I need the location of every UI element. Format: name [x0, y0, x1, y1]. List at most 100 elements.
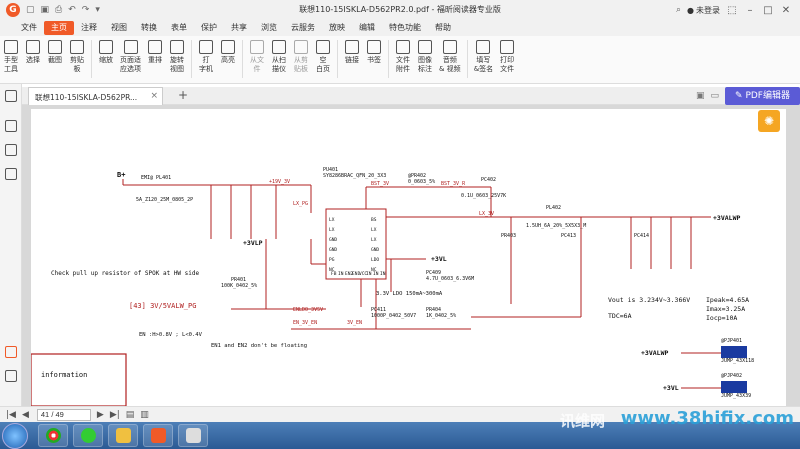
- pr403-label: PR403: [501, 233, 516, 239]
- highlight-button[interactable]: 高亮: [217, 40, 239, 65]
- from-file-button[interactable]: 从文 件: [246, 40, 268, 74]
- attachments-panel-icon[interactable]: [5, 370, 17, 382]
- taskbar-foxit-icon[interactable]: [143, 424, 173, 447]
- login-button[interactable]: ● 未登录: [687, 5, 720, 16]
- search-icon[interactable]: ⌕: [676, 5, 681, 15]
- last-page-icon[interactable]: ▶|: [110, 410, 120, 420]
- from-scanner-button[interactable]: 从扫 描仪: [268, 40, 290, 74]
- customize-icon[interactable]: ▾: [95, 5, 100, 15]
- next-page-icon[interactable]: ▶: [97, 410, 104, 420]
- menu-6[interactable]: 保护: [194, 21, 224, 35]
- taskbar-app-icon[interactable]: [178, 424, 208, 447]
- page-number-input[interactable]: [36, 408, 91, 421]
- document-viewport[interactable]: B+ EMI@ PL401 5A_Z120_25M_0805_2P +19V_3…: [22, 105, 800, 407]
- maximize-icon[interactable]: □: [762, 5, 774, 16]
- ic-pin-labels: LXLXGNDGNDPGNCBSLXLXGNDLDONCFB IN EN2EN1VC…: [329, 217, 386, 277]
- menu-4[interactable]: 转换: [134, 21, 164, 35]
- fit-page-button[interactable]: 页面适 应选项: [117, 40, 144, 74]
- menu-8[interactable]: 浏览: [254, 21, 284, 35]
- menu-2[interactable]: 注释: [74, 21, 104, 35]
- pdf-editor-button[interactable]: ✎ PDF编辑器: [725, 87, 800, 105]
- blank-page-button[interactable]: 空 白页: [312, 40, 334, 74]
- menu-5[interactable]: 表单: [164, 21, 194, 35]
- image-annotation-button[interactable]: 图像 标注: [414, 40, 436, 74]
- link-label: 链接: [345, 56, 359, 64]
- menu-7[interactable]: 共享: [224, 21, 254, 35]
- close-icon[interactable]: ✕: [780, 5, 792, 16]
- link-button[interactable]: 链接: [341, 40, 363, 65]
- lx3v-label: LX_3V: [479, 211, 494, 217]
- tile-view-icon[interactable]: ▣: [696, 91, 705, 101]
- menu-0[interactable]: 文件: [14, 21, 44, 35]
- eraser-icon[interactable]: [5, 90, 17, 102]
- print-icon[interactable]: ⎙: [55, 5, 62, 15]
- zoom-icon: [99, 40, 113, 54]
- zoom-button[interactable]: 缩放: [95, 40, 117, 65]
- view-mode-icon[interactable]: ▤: [126, 410, 135, 420]
- print-file-button[interactable]: 打印 文件: [496, 40, 518, 74]
- pr404b-label: 1K_0402_5%: [426, 313, 456, 319]
- taskbar-media-icon[interactable]: [73, 424, 103, 447]
- from-file-label: 从文 件: [250, 56, 264, 73]
- fit-page-icon: [123, 40, 138, 54]
- ic-pin-label: PG: [329, 257, 335, 263]
- print-file-label: 打印 文件: [500, 56, 515, 73]
- close-tab-icon[interactable]: ×: [150, 91, 158, 101]
- reflow-button[interactable]: 重排: [144, 40, 166, 65]
- menu-1[interactable]: 主页: [44, 21, 74, 35]
- first-page-icon[interactable]: |◀: [6, 410, 16, 420]
- single-view-icon[interactable]: ▭: [711, 91, 720, 101]
- ic-pin-label: IN: [338, 271, 344, 277]
- document-tab[interactable]: 联想110-15ISKLA-D562PR... ×: [28, 87, 163, 105]
- clipboard-icon: [70, 40, 84, 54]
- rotate-view-button[interactable]: 旋转 视图: [166, 40, 188, 74]
- taskbar-chrome-icon[interactable]: [38, 424, 68, 447]
- title-bar: G ▢ ▣ ⎙ ↶ ↷ ▾ 联想110-15ISKLA-D562PR2.0.pd…: [0, 0, 800, 20]
- start-button[interactable]: [2, 423, 28, 449]
- menu-11[interactable]: 编辑: [352, 21, 382, 35]
- folder-icon[interactable]: ▢: [26, 5, 35, 15]
- clipboard-button[interactable]: 剪贴 板: [66, 40, 88, 74]
- tdc-note: TDC=6A: [608, 312, 632, 320]
- file-attachment-button[interactable]: 文件 附件: [392, 40, 414, 74]
- pages-panel-icon[interactable]: [5, 144, 17, 156]
- hand-tool-icon: [4, 40, 18, 54]
- minimize-icon[interactable]: –: [744, 5, 756, 16]
- menu-13[interactable]: 帮助: [428, 21, 458, 35]
- bookmark-panel-icon[interactable]: [5, 120, 17, 132]
- menu-10[interactable]: 放映: [322, 21, 352, 35]
- signature-panel-icon[interactable]: [5, 346, 17, 358]
- bookmark-label: 书签: [367, 56, 381, 64]
- undo-icon[interactable]: ↶: [68, 5, 76, 15]
- taskbar-folder-icon[interactable]: [108, 424, 138, 447]
- select-button[interactable]: 选择: [22, 40, 44, 65]
- redo-icon[interactable]: ↷: [82, 5, 90, 15]
- add-tab-button[interactable]: +: [178, 88, 188, 102]
- iocp-note: Iocp=10A: [706, 314, 737, 322]
- pdf-editor-icon: ✎: [735, 91, 746, 101]
- schematic-drawing: B+ EMI@ PL401 5A_Z120_25M_0805_2P +19V_3…: [30, 167, 754, 407]
- menu-3[interactable]: 视图: [104, 21, 134, 35]
- audio-video-button[interactable]: 音频 & 视频: [436, 40, 464, 74]
- hand-tool-button[interactable]: 手型 工具: [0, 40, 22, 74]
- typewriter-button[interactable]: 打 字机: [195, 40, 217, 74]
- plus19v-label: +19V_3V: [269, 179, 290, 185]
- fill-sign-button[interactable]: 填写 &签名: [471, 40, 496, 74]
- from-scanner-icon: [272, 40, 286, 54]
- ribbon-toggle-icon[interactable]: ⬚: [726, 5, 738, 16]
- prev-page-icon[interactable]: ◀: [22, 410, 29, 420]
- menu-9[interactable]: 云服务: [284, 21, 322, 35]
- menu-12[interactable]: 特色功能: [382, 21, 428, 35]
- foxit-logo[interactable]: G: [6, 3, 20, 17]
- screenshot-button[interactable]: 截图: [44, 40, 66, 65]
- ic-pin-label: LX: [371, 227, 377, 233]
- highlight-icon: [221, 40, 235, 54]
- comments-panel-icon[interactable]: [5, 168, 17, 180]
- save-icon[interactable]: ▣: [41, 5, 50, 15]
- ic-pin-label: IN: [380, 271, 386, 277]
- from-clipboard-button[interactable]: 从剪 贴板: [290, 40, 312, 74]
- two-page-icon[interactable]: ▥: [140, 410, 149, 420]
- bookmark-button[interactable]: 书签: [363, 40, 385, 65]
- typewriter-icon: [199, 40, 213, 54]
- tips-bulb-button[interactable]: ✺: [758, 110, 780, 132]
